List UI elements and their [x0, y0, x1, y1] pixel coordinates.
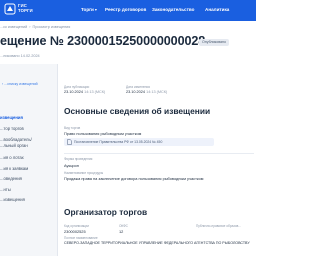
- sidebar-item-notice-history[interactable]: ...извещения: [0, 197, 25, 202]
- breadcrumb-notices[interactable]: ...ск извещений: [0, 25, 27, 29]
- published-date-day: 23.10.2024: [64, 90, 84, 94]
- sidebar-item-notice-info[interactable]: извещения: [0, 115, 23, 120]
- regulation-document-label: Постановление Правительства РФ от 13.05.…: [74, 140, 163, 144]
- sidebar-item-documents[interactable]: ...нты: [0, 187, 11, 192]
- sidebar: ‹ ...списку извещений извещения ...тор т…: [0, 64, 58, 256]
- published-date-label: Дата публикации: [64, 85, 90, 89]
- nav-analytics[interactable]: Аналитика: [205, 7, 229, 12]
- chevron-down-icon: ▾: [94, 7, 97, 12]
- changed-date-value: 23.10.2024 14:13 (МСК): [126, 90, 167, 94]
- nav-torgi-label: Торги: [81, 7, 94, 12]
- org-code-label: Код организации: [64, 224, 89, 228]
- document-icon: [67, 139, 72, 145]
- okfs-label: ОКФС: [119, 224, 128, 228]
- breadcrumb-current: Просмотр извещения: [32, 25, 71, 29]
- procedure-name-label: Наименование процедуры: [64, 171, 104, 175]
- status-badge: Опубликовано: [199, 39, 230, 46]
- nav-legislation[interactable]: Законодательство: [152, 7, 194, 12]
- auction-type-label: Вид торгов: [64, 126, 81, 130]
- sidebar-item-rightholder[interactable]: ...вообладатель/: [0, 137, 32, 142]
- breadcrumb: ...ск извещений › Просмотр извещения: [0, 25, 70, 29]
- published-date-time: 14:13 (МСК): [84, 90, 106, 94]
- logo-text-line2: ТОРГИ: [18, 8, 33, 13]
- nav-torgi[interactable]: Торги▾: [81, 7, 97, 12]
- sidebar-item-organizer[interactable]: ...тор торгов: [0, 126, 24, 131]
- org-name-value: СЕВЕРО-ЗАПАДНОЕ ТЕРРИТОРИАЛЬНОЕ УПРАВЛЕН…: [64, 241, 250, 245]
- regulation-document-link[interactable]: Постановление Правительства РФ от 13.05.…: [64, 138, 214, 146]
- okfs-value: 12: [119, 229, 124, 234]
- org-name-label: Полное наименование: [64, 236, 98, 240]
- procedure-name-value: Продажа права на заключение договора пол…: [64, 176, 204, 181]
- org-code-value: 2300002525: [64, 229, 86, 234]
- page-title: ещение № 23000015250000000028: [0, 34, 206, 48]
- breadcrumb-separator: ›: [29, 25, 31, 29]
- published-date-value: 23.10.2024 14:13 (МСК): [64, 90, 105, 94]
- nav-contracts-registry[interactable]: Реестр договоров: [105, 7, 146, 12]
- sidebar-item-authority[interactable]: ...льный орган: [0, 143, 28, 148]
- sidebar-item-application-requirements[interactable]: ...ия к заявкам: [0, 166, 28, 171]
- form-label: Форма проведения: [64, 157, 93, 161]
- auction-type-value: Право пользования рыбоводным участком: [64, 131, 142, 136]
- sidebar-item-procedure[interactable]: ...оведения: [0, 176, 22, 181]
- back-to-list-link[interactable]: ‹ ...списку извещений: [2, 82, 38, 86]
- divider: [64, 153, 254, 154]
- changed-date-day: 23.10.2024: [126, 90, 146, 94]
- organizer-title: Организатор торгов: [64, 207, 148, 217]
- public-entity-label: Публично-правовое образов...: [196, 224, 241, 228]
- published-date: ...ликовано 14.02.2024: [0, 54, 40, 58]
- main-info-title: Основные сведения об извещении: [64, 106, 211, 116]
- gis-torgi-logo-icon[interactable]: [4, 3, 16, 15]
- back-to-list-label: ...списку извещений: [4, 82, 38, 86]
- top-header: ГИС ТОРГИ Торги▾ Реестр договоров Законо…: [0, 0, 256, 21]
- form-value: Аукцион: [64, 163, 79, 168]
- logo-text[interactable]: ГИС ТОРГИ: [18, 3, 33, 13]
- changed-date-label: Дата изменения: [126, 85, 150, 89]
- changed-date-time: 14:13 (МСК): [146, 90, 168, 94]
- sidebar-item-lots[interactable]: ...ия о лотах: [0, 155, 24, 160]
